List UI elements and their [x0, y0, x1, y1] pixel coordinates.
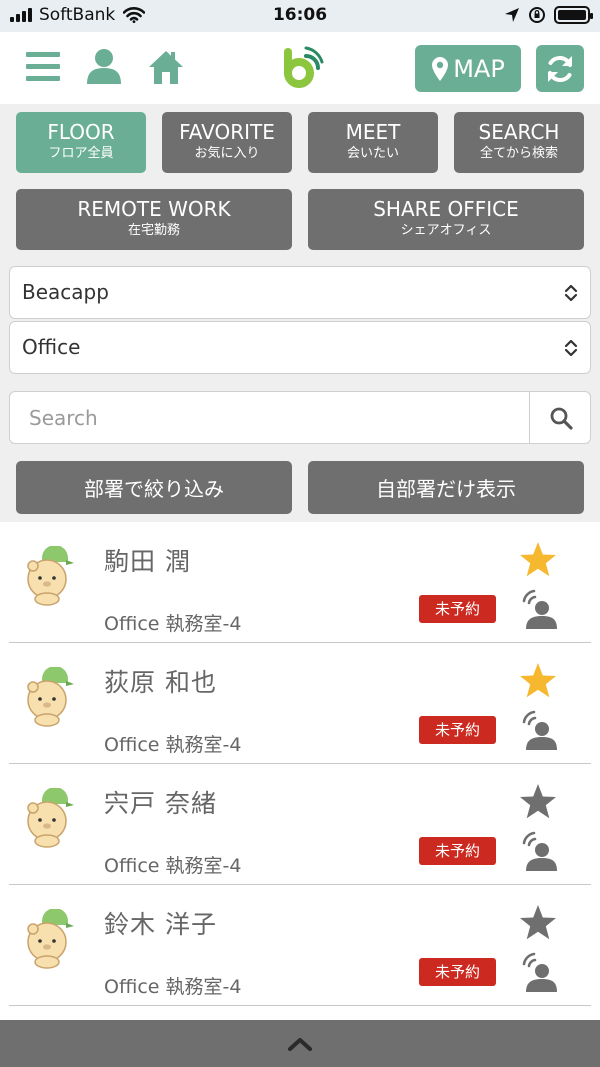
person-name: 鈴木 洋子 [104, 910, 217, 939]
location-select[interactable]: Office [9, 321, 591, 374]
location-arrow-icon [505, 8, 519, 22]
status-bar: SoftBank 16:06 [0, 0, 600, 32]
avatar [27, 909, 74, 969]
select-chevron-icon [564, 284, 578, 302]
person-location: Office 執務室-4 [104, 734, 242, 756]
search-icon [550, 407, 573, 430]
tab-sublabel: お気に入り [194, 146, 260, 161]
location-select-value: Office [22, 335, 81, 359]
tab-sublabel: 全てから検索 [479, 146, 558, 161]
tab-label: MEET [345, 120, 401, 144]
tab-label: SEARCH [478, 120, 560, 144]
list-item[interactable]: 荻原 和也 Office 執務室-4 未予約 [0, 643, 600, 764]
list-item[interactable]: 駒田 潤 Office 執務室-4 未予約 [0, 522, 600, 643]
company-select[interactable]: Beacapp [9, 266, 591, 319]
presence-signal-icon [522, 952, 557, 992]
person-name: 駒田 潤 [104, 547, 191, 576]
map-pin-icon [432, 56, 449, 81]
reservation-status-badge: 未予約 [419, 837, 496, 865]
tab-label: REMOTE WORK [77, 197, 231, 221]
list-item[interactable]: 鈴木 洋子 Office 執務室-4 未予約 [0, 885, 600, 1006]
chevron-up-icon [288, 1037, 312, 1051]
person-name: 荻原 和也 [104, 668, 217, 697]
star-icon[interactable] [518, 540, 558, 580]
orientation-lock-icon [529, 7, 545, 23]
bottom-drawer-handle[interactable] [0, 1020, 600, 1067]
select-chevron-icon [564, 339, 578, 357]
tab-label: FLOOR [47, 120, 115, 144]
reservation-status-badge: 未予約 [419, 716, 496, 744]
presence-signal-icon [522, 831, 557, 871]
person-name: 宍戸 奈緒 [104, 789, 217, 818]
person-location: Office 執務室-4 [104, 613, 242, 635]
tab-label: SHARE OFFICE [373, 197, 519, 221]
tab-sublabel: 在宅勤務 [127, 223, 180, 238]
map-button[interactable]: MAP [415, 45, 521, 92]
tab-share-office[interactable]: SHARE OFFICE シェアオフィス [308, 189, 584, 250]
own-department-only-button[interactable]: 自部署だけ表示 [308, 461, 584, 514]
status-indicators [504, 6, 593, 24]
map-button-label: MAP [453, 54, 505, 83]
search-box [9, 391, 591, 444]
row-divider [9, 1005, 591, 1006]
presence-signal-icon [522, 710, 557, 750]
hamburger-icon[interactable] [26, 50, 60, 84]
tab-label: FAVORITE [179, 120, 275, 144]
battery-icon [554, 6, 593, 24]
home-icon[interactable] [147, 49, 185, 85]
search-button[interactable] [529, 392, 591, 443]
tab-meet[interactable]: MEET 会いたい [308, 112, 438, 173]
tab-sublabel: シェアオフィス [400, 223, 492, 238]
tab-sublabel: 会いたい [346, 146, 399, 161]
tab-sublabel: フロア全員 [48, 146, 114, 161]
list-item[interactable]: 宍戸 奈緒 Office 執務室-4 未予約 [0, 764, 600, 885]
tab-remote-work[interactable]: REMOTE WORK 在宅勤務 [16, 189, 292, 250]
avatar [27, 667, 74, 727]
person-location: Office 執務室-4 [104, 855, 242, 877]
person-location: Office 執務室-4 [104, 976, 242, 998]
reservation-status-badge: 未予約 [419, 595, 496, 623]
filter-by-department-button[interactable]: 部署で絞り込み [16, 461, 292, 514]
search-input[interactable] [10, 392, 529, 443]
star-icon[interactable] [518, 661, 558, 701]
star-icon[interactable] [518, 903, 558, 943]
beacapp-logo [284, 46, 324, 88]
reservation-status-badge: 未予約 [419, 958, 496, 986]
tab-floor[interactable]: FLOOR フロア全員 [16, 112, 146, 173]
presence-signal-icon [522, 589, 557, 629]
refresh-icon [548, 55, 572, 82]
refresh-button[interactable] [536, 45, 584, 92]
tab-search[interactable]: SEARCH 全てから検索 [454, 112, 584, 173]
avatar [27, 788, 74, 848]
star-icon[interactable] [518, 782, 558, 822]
company-select-value: Beacapp [22, 280, 109, 304]
avatar [27, 546, 74, 606]
user-icon[interactable] [86, 48, 122, 84]
tab-favorite[interactable]: FAVORITE お気に入り [162, 112, 292, 173]
